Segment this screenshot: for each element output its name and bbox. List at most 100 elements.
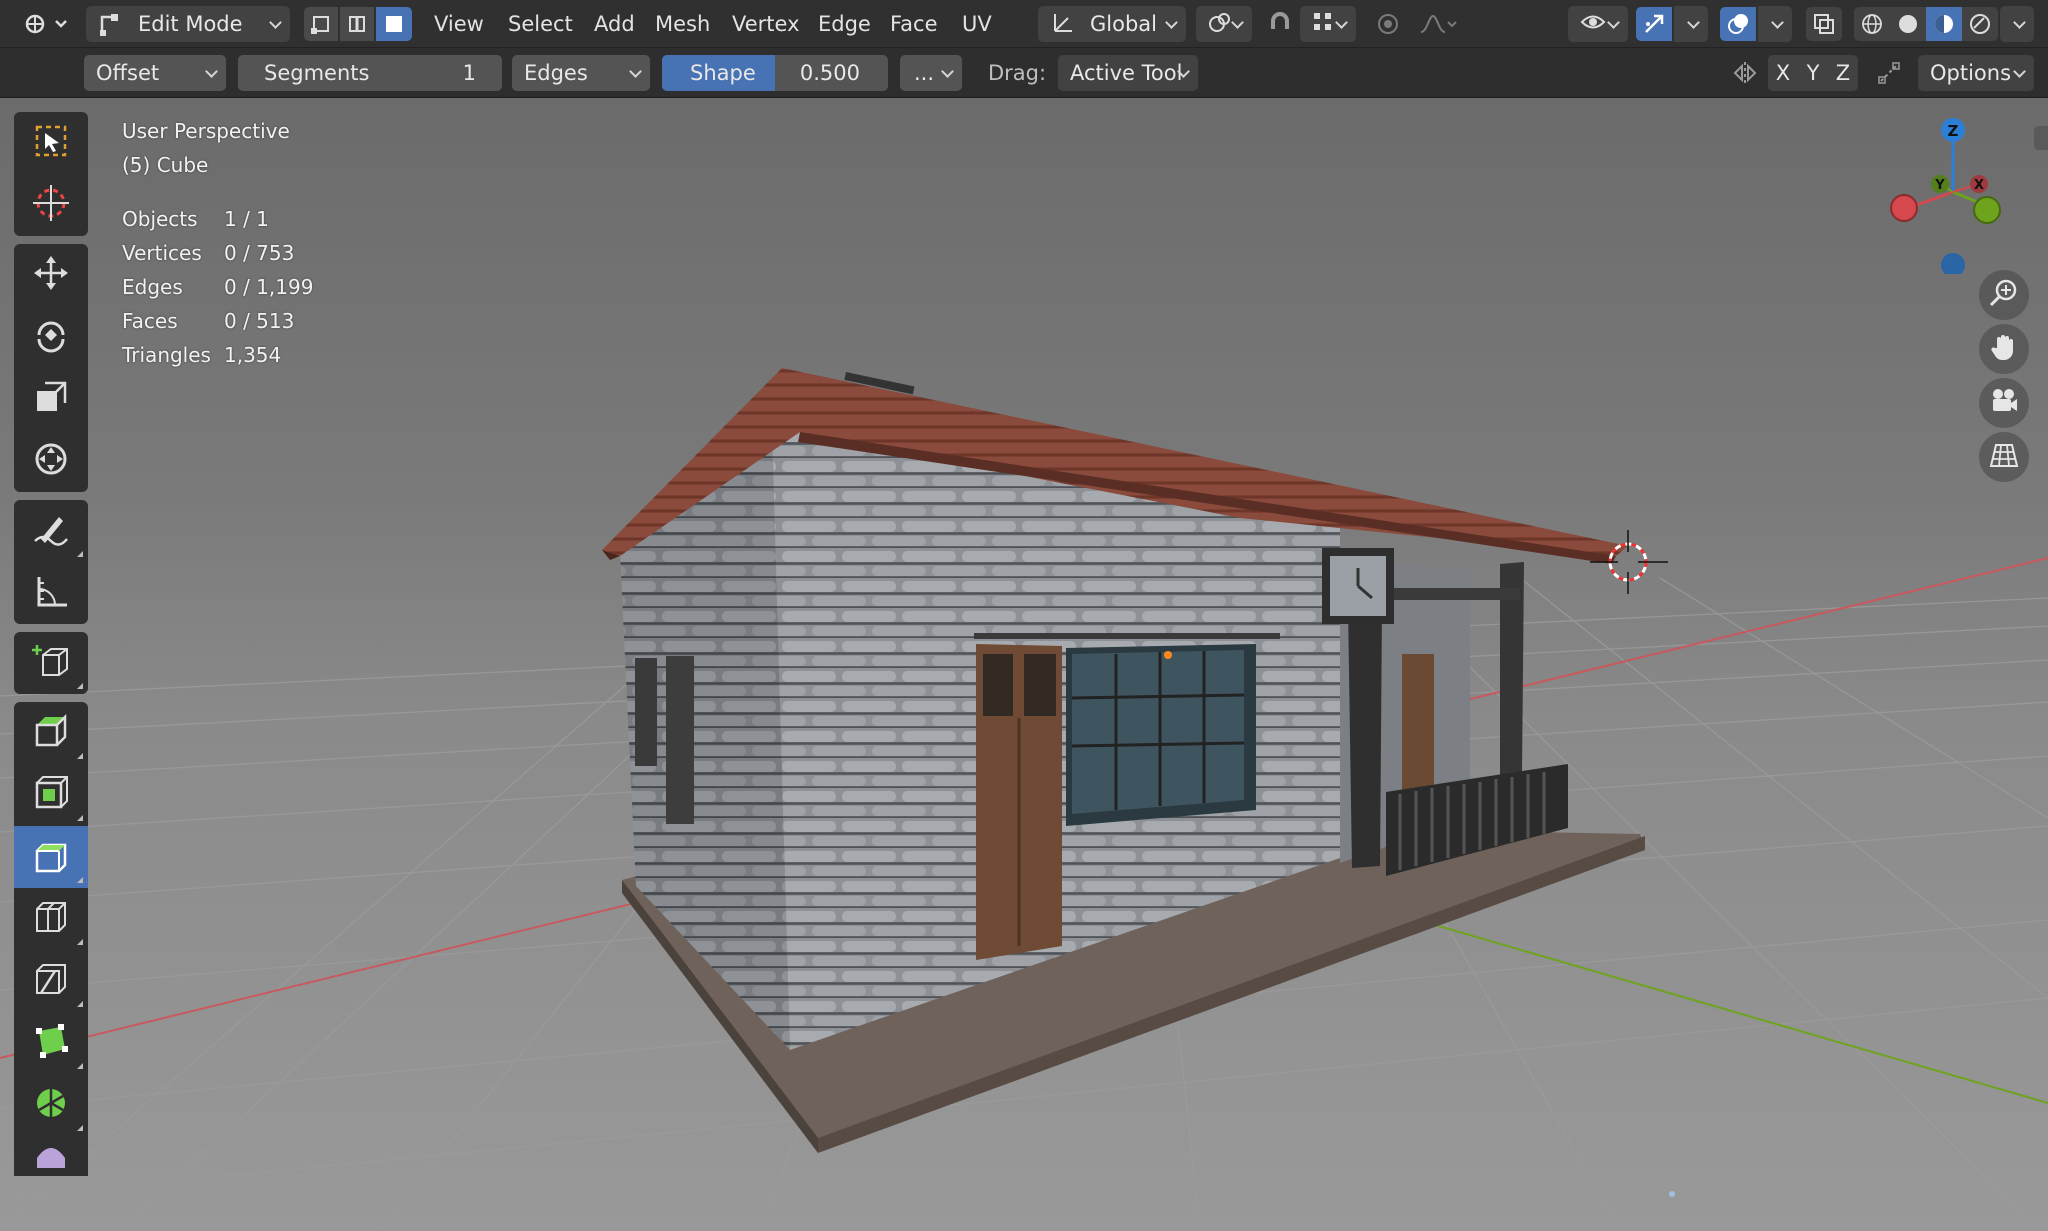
tool-add-cube[interactable] bbox=[14, 632, 88, 694]
tool-smooth[interactable] bbox=[14, 1136, 88, 1176]
extrude-icon bbox=[31, 711, 71, 755]
solid-shading-icon[interactable] bbox=[1890, 7, 1926, 41]
mode-label: Edit Mode bbox=[138, 12, 243, 36]
tool-annotate[interactable] bbox=[14, 500, 88, 562]
gizmo-y-positive[interactable] bbox=[1973, 196, 2001, 224]
stat-row-vertices: Vertices 0 / 753 bbox=[122, 236, 313, 270]
shape-slider[interactable]: Shape 0.500 bbox=[662, 55, 888, 91]
tool-measure[interactable] bbox=[14, 562, 88, 624]
tool-loop-cut[interactable] bbox=[14, 888, 88, 950]
tool-poly-build[interactable] bbox=[14, 1012, 88, 1074]
sidebar-toggle-tab[interactable] bbox=[2034, 126, 2048, 150]
zoom-button[interactable] bbox=[1979, 270, 2029, 320]
stat-value: 1 / 1 bbox=[224, 207, 269, 231]
tool-select-box[interactable] bbox=[14, 112, 88, 174]
more-options-dropdown[interactable]: ... bbox=[900, 55, 962, 91]
drag-label: Drag: bbox=[988, 61, 1047, 85]
move-icon bbox=[31, 253, 71, 297]
edge-select-button[interactable] bbox=[340, 7, 374, 41]
tool-move[interactable] bbox=[14, 244, 88, 306]
tool-scale[interactable] bbox=[14, 368, 88, 430]
face-select-button[interactable] bbox=[376, 7, 412, 41]
axis-x-label: X bbox=[1775, 61, 1791, 85]
stat-label: Objects bbox=[122, 207, 198, 231]
overlays-toggle-button[interactable] bbox=[1720, 7, 1756, 41]
menu-vertex[interactable]: Vertex bbox=[732, 6, 800, 42]
snap-target-dropdown[interactable] bbox=[1300, 6, 1356, 42]
camera-view-button[interactable] bbox=[1979, 378, 2029, 428]
menu-face[interactable]: Face bbox=[890, 6, 938, 42]
menu-select[interactable]: Select bbox=[508, 6, 573, 42]
loop-cut-icon bbox=[31, 897, 71, 941]
add-cube-icon bbox=[31, 641, 71, 685]
stat-label: Triangles bbox=[122, 343, 211, 367]
affect-mode-dropdown[interactable]: Edges bbox=[512, 55, 650, 91]
menu-add[interactable]: Add bbox=[594, 6, 635, 42]
mirror-icon[interactable] bbox=[1728, 55, 1762, 91]
segments-value: 1 bbox=[462, 61, 476, 85]
editor-type-icon[interactable] bbox=[20, 6, 76, 42]
tool-knife[interactable] bbox=[14, 950, 88, 1012]
inset-icon bbox=[31, 773, 71, 817]
falloff-icon[interactable] bbox=[1410, 7, 1464, 41]
menu-mesh[interactable]: Mesh bbox=[655, 6, 710, 42]
visibility-dropdown[interactable] bbox=[1568, 6, 1628, 42]
axis-z-label: Z bbox=[1835, 61, 1851, 85]
segments-field[interactable]: Segments 1 bbox=[238, 55, 502, 91]
viewport-info-overlay: User Perspective (5) Cube Objects 1 / 1 V… bbox=[122, 114, 313, 372]
tool-settings-bar: Offset Segments 1 Edges Shape 0.500 ... … bbox=[0, 48, 2048, 98]
tool-inset[interactable] bbox=[14, 764, 88, 826]
vertex-select-button[interactable] bbox=[304, 7, 338, 41]
tool-rotate[interactable] bbox=[14, 306, 88, 368]
tool-spin[interactable] bbox=[14, 1074, 88, 1136]
stat-row-edges: Edges 0 / 1,199 bbox=[122, 270, 313, 304]
gizmo-z-label: Z bbox=[1948, 122, 1959, 140]
3d-viewport[interactable]: User Perspective (5) Cube Objects 1 / 1 V… bbox=[0, 98, 2048, 1231]
shading-dropdown[interactable] bbox=[2000, 6, 2034, 42]
affect-dropdown[interactable]: Offset bbox=[84, 55, 226, 91]
object-name: (5) Cube bbox=[122, 153, 209, 177]
spin-icon bbox=[31, 1083, 71, 1127]
axis-x-toggle[interactable]: X bbox=[1768, 55, 1798, 91]
navigation-gizmo[interactable]: Z Y X bbox=[1878, 114, 2028, 274]
axis-z-toggle[interactable]: Z bbox=[1828, 55, 1858, 91]
rendered-shading-icon[interactable] bbox=[1962, 7, 1998, 41]
gizmo-z-negative[interactable] bbox=[1941, 253, 1965, 274]
proportional-edit-icon[interactable] bbox=[1370, 7, 1406, 41]
overlays-dropdown[interactable] bbox=[1758, 6, 1792, 42]
gizmo-dropdown[interactable] bbox=[1674, 6, 1708, 42]
tool-bevel[interactable] bbox=[14, 826, 88, 888]
stat-label: Vertices bbox=[122, 241, 202, 265]
affect-label: Offset bbox=[96, 61, 160, 85]
wireframe-shading-icon[interactable] bbox=[1854, 7, 1890, 41]
menu-edge[interactable]: Edge bbox=[818, 6, 871, 42]
pan-button[interactable] bbox=[1979, 324, 2029, 374]
measure-icon bbox=[31, 571, 71, 615]
gizmo-x-positive[interactable] bbox=[1890, 194, 1918, 222]
xray-toggle-icon[interactable] bbox=[1806, 7, 1842, 41]
mode-dropdown[interactable]: Edit Mode bbox=[86, 6, 290, 42]
mesh-symmetry-icon[interactable] bbox=[1872, 55, 1906, 91]
axis-y-toggle[interactable]: Y bbox=[1798, 55, 1828, 91]
camera-icon bbox=[1988, 385, 2020, 421]
options-dropdown[interactable]: Options bbox=[1918, 55, 2034, 91]
grid-icon bbox=[1988, 439, 2020, 475]
drag-dropdown[interactable]: Active Tool bbox=[1058, 55, 1198, 91]
gizmo-y-label: Y bbox=[1934, 178, 1945, 193]
stat-row-faces: Faces 0 / 513 bbox=[122, 304, 313, 338]
drag-value: Active Tool bbox=[1070, 61, 1183, 85]
snap-icon[interactable] bbox=[1262, 7, 1298, 41]
transform-orientation-dropdown[interactable]: Global bbox=[1038, 6, 1186, 42]
projection-toggle-button[interactable] bbox=[1979, 432, 2029, 482]
material-shading-icon[interactable] bbox=[1926, 7, 1962, 41]
pivot-point-dropdown[interactable] bbox=[1196, 6, 1252, 42]
gizmo-toggle-button[interactable] bbox=[1636, 7, 1672, 41]
menu-uv[interactable]: UV bbox=[962, 6, 992, 42]
tool-extrude[interactable] bbox=[14, 702, 88, 764]
select-box-icon bbox=[31, 121, 71, 165]
tool-transform[interactable] bbox=[14, 430, 88, 492]
menu-view[interactable]: View bbox=[434, 6, 484, 42]
tool-cursor[interactable] bbox=[14, 174, 88, 236]
eye-icon bbox=[1580, 11, 1606, 38]
hand-icon bbox=[1988, 331, 2020, 367]
